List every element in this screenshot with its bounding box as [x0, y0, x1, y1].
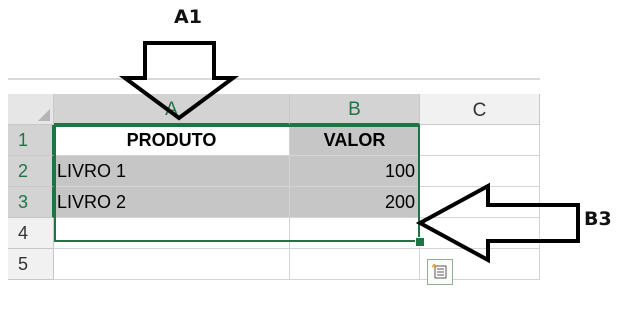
annotation-arrows	[118, 41, 580, 264]
left-arrow-icon	[415, 182, 580, 264]
down-arrow-icon	[118, 41, 240, 121]
